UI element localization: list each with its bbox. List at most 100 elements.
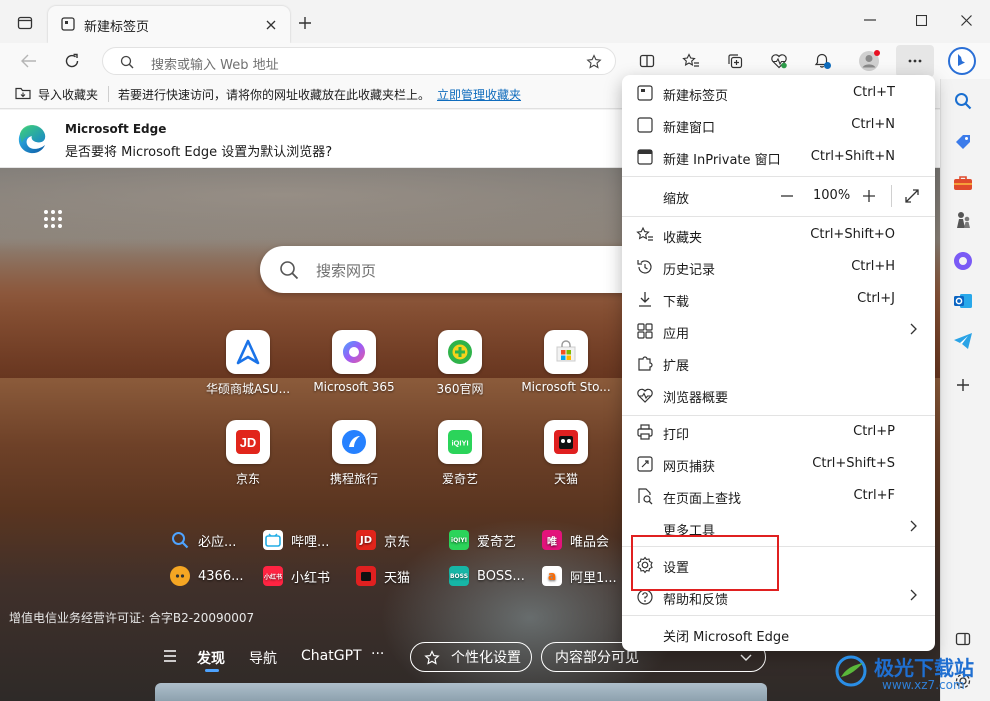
menu-shortcut: Ctrl+Shift+N — [810, 149, 895, 164]
menu-item-apps[interactable]: 应用 — [622, 315, 935, 347]
tab-new-tab[interactable]: 新建标签页 — [48, 6, 290, 43]
menu-item-downloads[interactable]: 下载 Ctrl+J — [622, 283, 935, 315]
split-screen-icon[interactable] — [636, 50, 658, 72]
outlook-icon[interactable] — [951, 289, 975, 313]
vip-icon: 唯 — [542, 530, 562, 550]
quick-link-vip[interactable]: 唯 唯品会 — [542, 530, 609, 550]
quick-link-4366[interactable]: 4366... — [170, 566, 243, 586]
menu-item-new-window[interactable]: 新建窗口 Ctrl+N — [622, 109, 935, 141]
menu-shortcut: Ctrl+N — [851, 117, 895, 132]
microsoft-365-sidebar-icon[interactable] — [951, 249, 975, 273]
more-tabs-button[interactable]: ··· — [371, 646, 384, 662]
address-bar[interactable]: 搜索或输入 Web 地址 — [102, 47, 616, 75]
quick-link-xiaohongshu[interactable]: 小红书 小红书 — [263, 566, 330, 586]
inprivate-window-icon — [636, 148, 654, 166]
menu-item-history[interactable]: 历史记录 Ctrl+H — [622, 251, 935, 283]
divider — [891, 185, 892, 207]
quick-link-boss[interactable]: BOSS BOSS... — [449, 566, 525, 586]
games-chess-icon[interactable] — [951, 208, 975, 232]
favorites-hint: 若要进行快速访问，请将你的网址收藏放在此收藏夹栏上。 — [118, 88, 431, 102]
tile-microsoft-store[interactable]: Microsoft Sto... — [516, 330, 616, 394]
zoom-level: 100% — [813, 188, 851, 203]
new-tab-button[interactable] — [294, 12, 316, 34]
maximize-button[interactable] — [909, 10, 933, 30]
minimize-button[interactable] — [858, 10, 882, 30]
menu-item-find[interactable]: 在页面上查找 Ctrl+F — [622, 480, 935, 512]
microsoft-store-icon — [544, 330, 588, 374]
web-search-box[interactable]: 搜索网页 — [260, 246, 660, 293]
menu-item-new-inprivate[interactable]: 新建 InPrivate 窗口 Ctrl+Shift+N — [622, 141, 935, 173]
watermark-text: 极光下载站 — [874, 656, 974, 680]
personalize-button[interactable]: 个性化设置 — [410, 642, 532, 672]
favorites-icon[interactable] — [680, 50, 702, 72]
app-launcher-icon[interactable] — [40, 206, 66, 232]
quick-link-bing[interactable]: 必应... — [170, 530, 236, 550]
quick-link-iqiyi[interactable]: iQIYI 爱奇艺 — [449, 530, 516, 550]
profile-avatar[interactable] — [856, 48, 882, 74]
tile-microsoft-365[interactable]: Microsoft 365 — [304, 330, 404, 394]
tile-label: Microsoft 365 — [313, 380, 395, 394]
iqiyi-icon: iQIYI — [449, 530, 469, 550]
menu-label: 应用 — [663, 327, 690, 342]
close-window-button[interactable] — [954, 10, 978, 30]
quick-link-tmall[interactable]: 天猫 — [356, 566, 410, 586]
menu-item-close-edge[interactable]: 关闭 Microsoft Edge — [622, 618, 935, 650]
quick-link-label: 4366... — [198, 568, 244, 584]
menu-item-new-tab[interactable]: 新建标签页 Ctrl+T — [622, 77, 935, 109]
menu-shortcut: Ctrl+J — [857, 291, 895, 306]
collections-icon[interactable] — [724, 50, 746, 72]
shopping-tag-icon[interactable] — [951, 130, 975, 154]
tab-discover[interactable]: 发现 — [197, 648, 225, 668]
fullscreen-icon[interactable] — [903, 187, 921, 205]
chevron-right-icon — [910, 589, 918, 601]
personalize-icon — [423, 649, 441, 667]
watermark: 极光下载站 www.xz7.com — [830, 648, 990, 701]
tile-360[interactable]: 360官网 — [410, 330, 510, 397]
tile-jd[interactable]: JD 京东 — [198, 420, 298, 487]
menu-separator — [622, 176, 935, 177]
back-icon[interactable] — [18, 50, 40, 72]
telegram-send-icon[interactable] — [951, 329, 975, 353]
zoom-in-button[interactable] — [860, 187, 878, 205]
quick-link-jd[interactable]: JD 京东 — [356, 530, 410, 550]
menu-item-browser-essentials[interactable]: 浏览器概要 — [622, 379, 935, 411]
menu-item-favorites[interactable]: 收藏夹 Ctrl+Shift+O — [622, 219, 935, 251]
toolbar: 搜索或输入 Web 地址 — [0, 43, 990, 79]
tile-tmall[interactable]: 天猫 — [516, 420, 616, 487]
svg-text:JD: JD — [240, 435, 257, 450]
tile-asus[interactable]: 华硕商城ASU... — [198, 330, 298, 397]
tile-ctrip[interactable]: 携程旅行 — [304, 420, 404, 487]
tab-chatgpt[interactable]: ChatGPT — [301, 648, 362, 664]
print-icon — [636, 423, 654, 441]
360-icon — [438, 330, 482, 374]
quick-link-alibaba[interactable]: a 阿里1... — [542, 566, 617, 586]
menu-label: 新建 InPrivate 窗口 — [663, 153, 781, 168]
tab-actions-icon[interactable] — [14, 12, 36, 34]
menu-item-print[interactable]: 打印 Ctrl+P — [622, 416, 935, 448]
menu-item-extensions[interactable]: 扩展 — [622, 347, 935, 379]
tools-briefcase-icon[interactable] — [951, 171, 975, 195]
tab-navigation[interactable]: 导航 — [249, 648, 277, 668]
copilot-icon[interactable] — [946, 45, 978, 77]
web-capture-icon — [636, 455, 654, 473]
refresh-icon[interactable] — [61, 50, 83, 72]
add-sidebar-icon[interactable] — [951, 373, 975, 397]
favorite-star-icon[interactable] — [585, 53, 603, 71]
manage-favorites-link[interactable]: 立即管理收藏夹 — [437, 86, 521, 103]
browser-essentials-icon[interactable] — [768, 50, 790, 72]
import-favorites-button[interactable]: 导入收藏夹 — [38, 86, 98, 103]
menu-shortcut: Ctrl+P — [853, 424, 895, 439]
new-tab-page-icon — [60, 16, 76, 32]
quick-link-bilibili[interactable]: 哔哩... — [263, 530, 329, 550]
menu-icon[interactable] — [162, 648, 178, 664]
close-tab-icon[interactable] — [262, 16, 280, 34]
tile-label: 天猫 — [553, 472, 578, 486]
menu-item-web-capture[interactable]: 网页捕获 Ctrl+Shift+S — [622, 448, 935, 480]
notifications-icon[interactable] — [812, 50, 834, 72]
banner-title: Microsoft Edge — [65, 122, 167, 136]
zoom-out-button[interactable] — [778, 187, 796, 205]
tile-iqiyi[interactable]: iQIYI 爱奇艺 — [410, 420, 510, 487]
settings-and-more-button[interactable] — [896, 45, 934, 77]
bilibili-icon — [263, 530, 283, 550]
sidebar-search-icon[interactable] — [951, 89, 975, 113]
